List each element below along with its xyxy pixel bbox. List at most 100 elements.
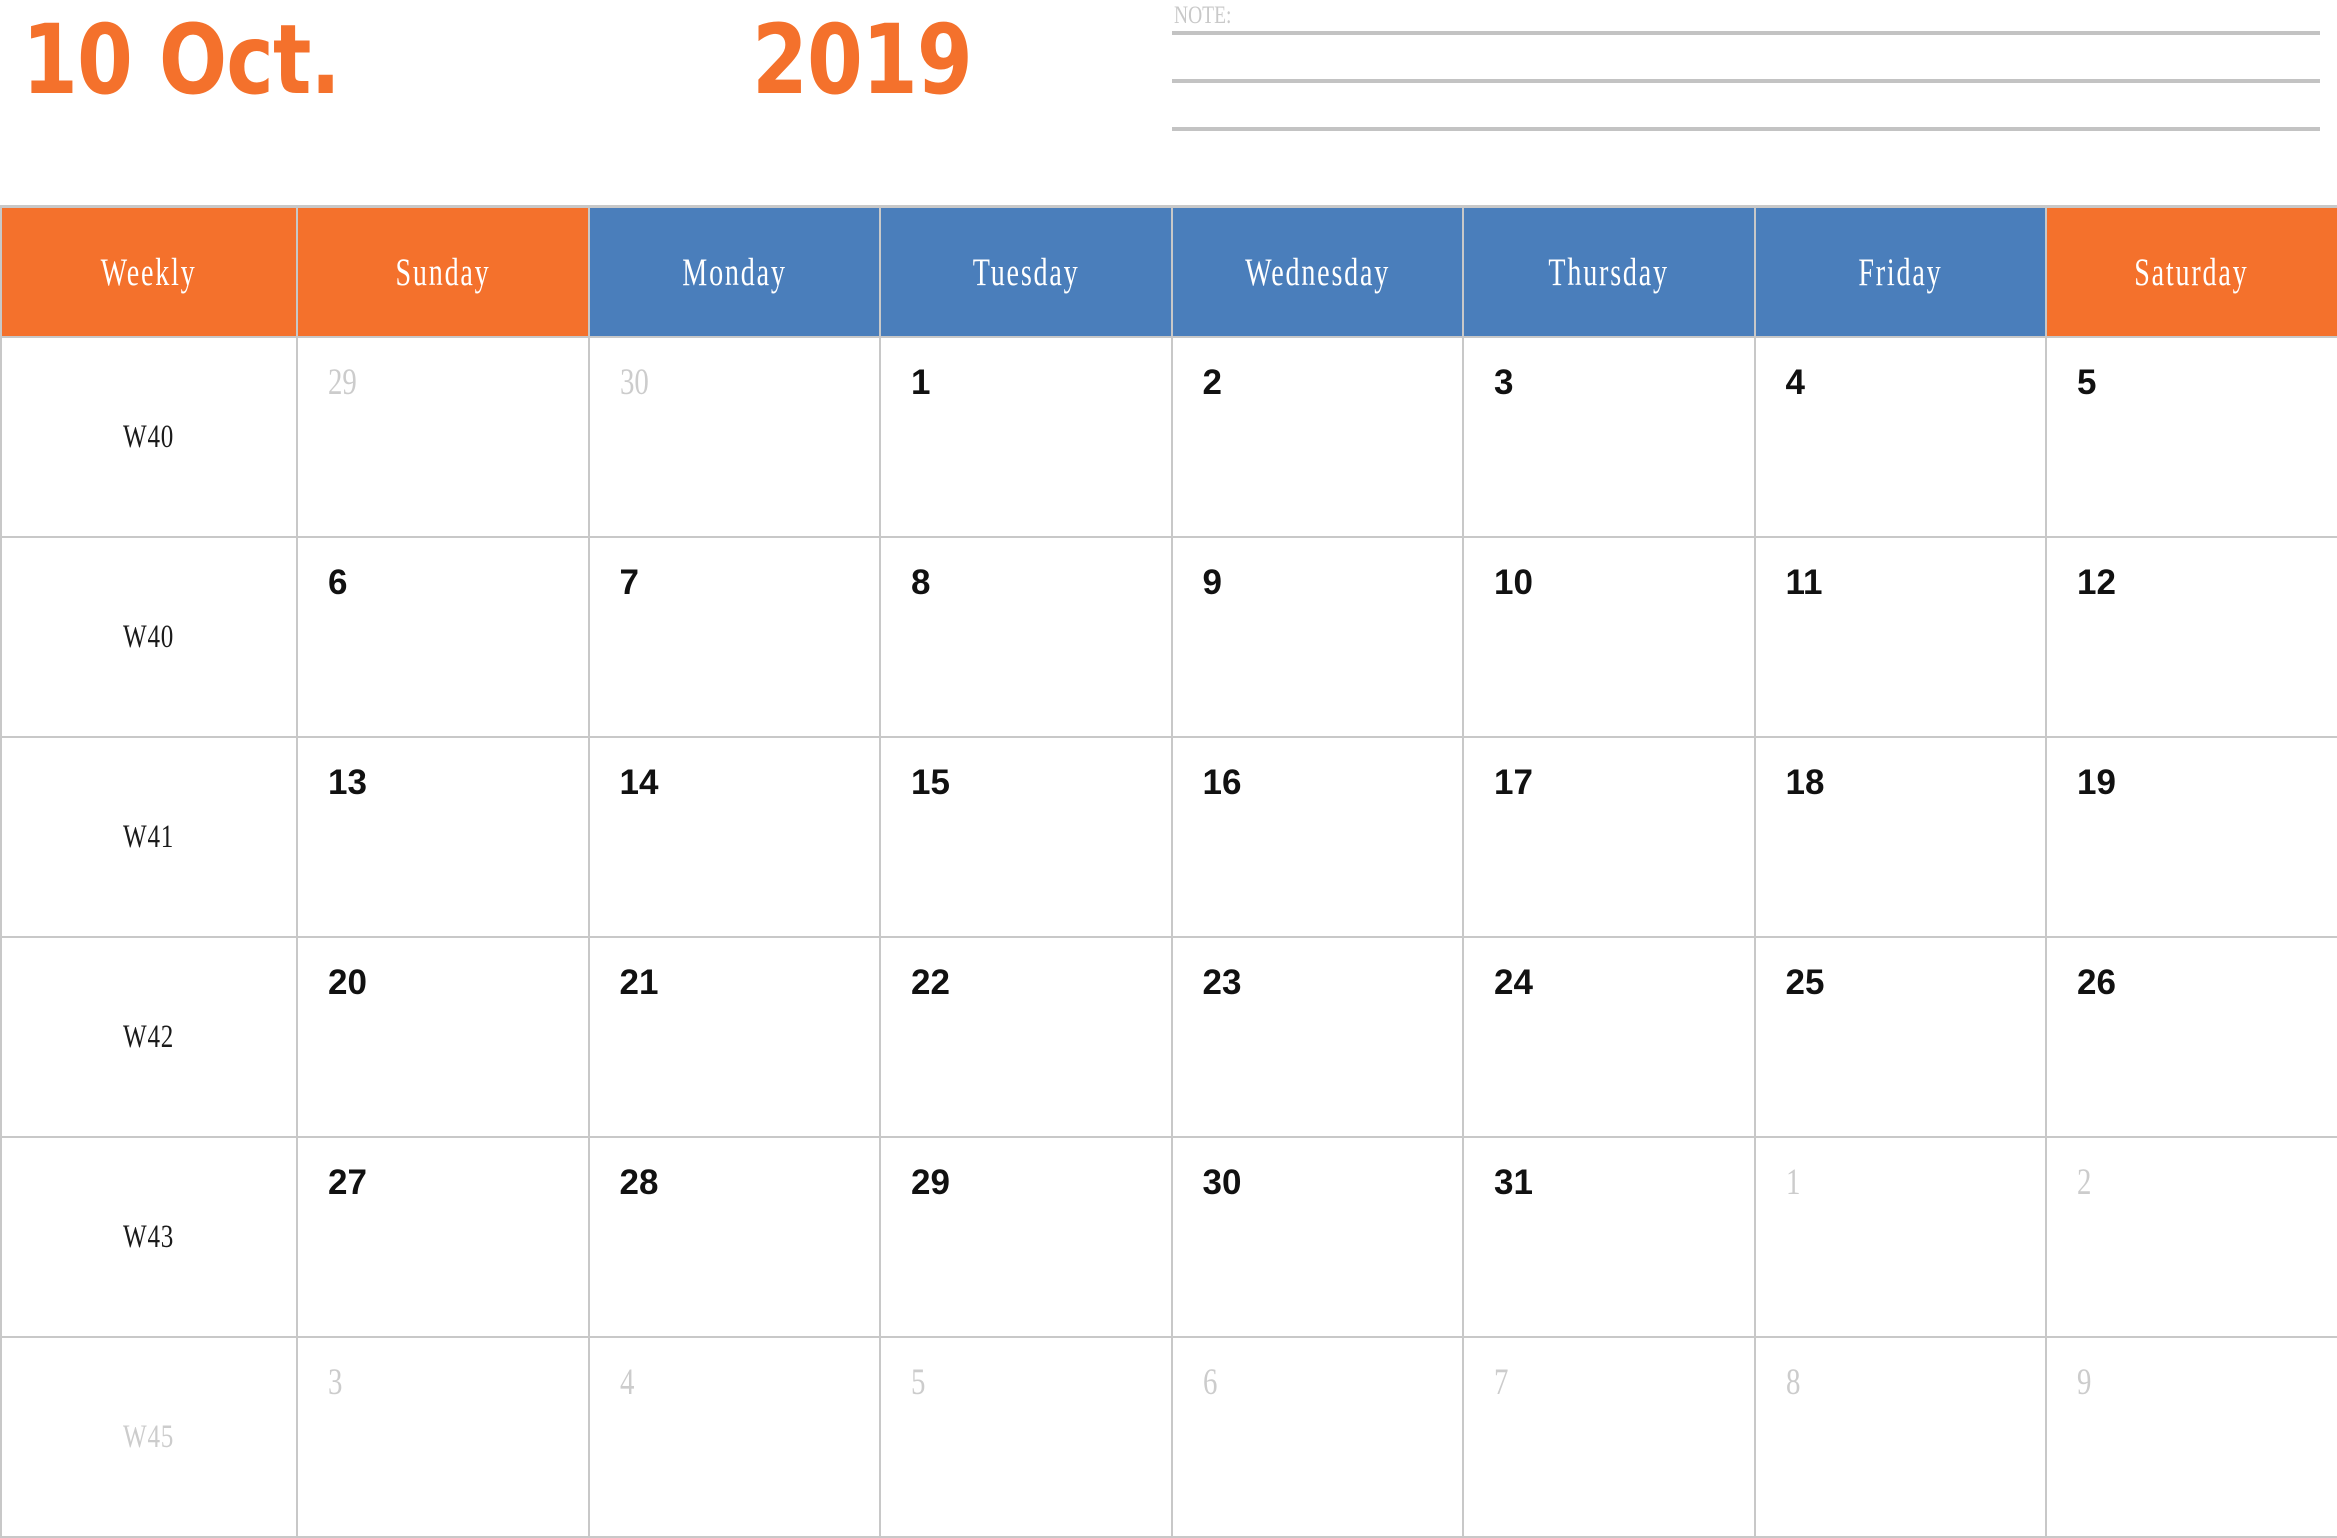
note-label: NOTE: — [1174, 2, 1232, 29]
day-cell[interactable]: 28 — [587, 1136, 881, 1338]
day-number: 29 — [328, 362, 357, 403]
day-cell[interactable]: 8 — [879, 536, 1173, 738]
column-header-label: Tuesday — [972, 250, 1080, 294]
column-header-label: Monday — [682, 250, 787, 294]
column-header-thursday[interactable]: Thursday — [1462, 205, 1756, 338]
day-cell[interactable]: 27 — [296, 1136, 590, 1338]
column-header-wednesday[interactable]: Wednesday — [1170, 205, 1464, 338]
day-cell[interactable]: 21 — [587, 936, 881, 1138]
day-number: 1 — [1785, 1162, 1800, 1203]
day-cell[interactable]: 17 — [1462, 736, 1756, 938]
day-cell[interactable]: 10 — [1462, 536, 1756, 738]
week-number-cell[interactable]: W40 — [0, 536, 298, 738]
week-number-label: W40 — [123, 619, 175, 655]
day-number: 25 — [1785, 963, 1825, 1002]
day-cell[interactable]: 29 — [879, 1136, 1173, 1338]
day-cell[interactable]: 30 — [587, 336, 881, 538]
day-cell[interactable]: 4 — [1753, 336, 2047, 538]
day-cell[interactable]: 4 — [587, 1336, 881, 1538]
day-number: 28 — [619, 1163, 659, 1202]
day-number: 13 — [328, 763, 367, 802]
day-cell[interactable]: 3 — [1462, 336, 1756, 538]
day-cell[interactable]: 5 — [879, 1336, 1173, 1538]
note-writing-line[interactable] — [1172, 127, 2320, 131]
week-number-cell[interactable]: W40 — [0, 336, 298, 538]
calendar-page: 10 Oct. 2019 NOTE: Weekly Sunday Monday Tue… — [0, 0, 2337, 1538]
day-cell[interactable]: 9 — [2045, 1336, 2337, 1538]
day-cell[interactable]: 19 — [2045, 736, 2337, 938]
column-header-weekly[interactable]: Weekly — [0, 205, 298, 338]
day-number: 5 — [911, 1362, 926, 1403]
day-cell[interactable]: 3 — [296, 1336, 590, 1538]
day-cell[interactable]: 2 — [2045, 1136, 2337, 1338]
day-number: 8 — [911, 563, 931, 602]
day-number: 10 — [1494, 563, 1533, 602]
week-number-cell[interactable]: W43 — [0, 1136, 298, 1338]
day-cell[interactable]: 9 — [1170, 536, 1464, 738]
day-cell[interactable]: 22 — [879, 936, 1173, 1138]
day-cell[interactable]: 7 — [1462, 1336, 1756, 1538]
note-block: NOTE: — [1172, 2, 2320, 150]
note-writing-line[interactable] — [1172, 79, 2320, 83]
day-number: 6 — [328, 563, 348, 602]
column-header-friday[interactable]: Friday — [1753, 205, 2047, 338]
day-number: 24 — [1494, 963, 1533, 1002]
week-number-cell[interactable]: W42 — [0, 936, 298, 1138]
day-cell[interactable]: 30 — [1170, 1136, 1464, 1338]
day-number: 11 — [1785, 563, 1823, 602]
day-cell[interactable]: 31 — [1462, 1136, 1756, 1338]
calendar-week-row: W41 13 14 15 16 17 18 19 — [0, 736, 2337, 938]
day-cell[interactable]: 26 — [2045, 936, 2337, 1138]
day-cell[interactable]: 29 — [296, 336, 590, 538]
day-cell[interactable]: 12 — [2045, 536, 2337, 738]
day-number: 18 — [1785, 763, 1825, 802]
day-cell[interactable]: 7 — [587, 536, 881, 738]
column-header-tuesday[interactable]: Tuesday — [879, 205, 1173, 338]
column-header-label: Weekly — [101, 250, 197, 294]
calendar-header-row: Weekly Sunday Monday Tuesday Wednesday Thursd… — [0, 205, 2337, 338]
day-number: 27 — [328, 1163, 367, 1202]
day-number: 29 — [911, 1163, 950, 1202]
day-number: 3 — [328, 1362, 343, 1403]
day-cell[interactable]: 20 — [296, 936, 590, 1138]
day-number: 22 — [911, 963, 950, 1002]
day-number: 17 — [1494, 763, 1533, 802]
day-cell[interactable]: 16 — [1170, 736, 1464, 938]
day-cell[interactable]: 6 — [296, 536, 590, 738]
day-cell[interactable]: 1 — [879, 336, 1173, 538]
column-header-sunday[interactable]: Sunday — [296, 205, 590, 338]
calendar-week-row: W40 29 30 1 2 3 4 5 — [0, 336, 2337, 538]
day-number: 7 — [1494, 1362, 1509, 1403]
day-cell[interactable]: 11 — [1753, 536, 2047, 738]
day-cell[interactable]: 23 — [1170, 936, 1464, 1138]
day-cell[interactable]: 1 — [1753, 1136, 2047, 1338]
day-number: 7 — [619, 563, 639, 602]
week-number-label: W40 — [123, 419, 175, 455]
day-number: 1 — [911, 363, 931, 402]
week-number-label: W45 — [123, 1419, 175, 1455]
week-number-cell[interactable]: W45 — [0, 1336, 298, 1538]
note-writing-line[interactable] — [1172, 31, 2320, 35]
day-cell[interactable]: 8 — [1753, 1336, 2047, 1538]
day-cell[interactable]: 15 — [879, 736, 1173, 938]
calendar-week-row: W40 6 7 8 9 10 11 12 — [0, 536, 2337, 738]
day-number: 9 — [2077, 1362, 2092, 1403]
column-header-monday[interactable]: Monday — [587, 205, 881, 338]
day-number: 6 — [1202, 1362, 1217, 1403]
column-header-label: Wednesday — [1244, 250, 1390, 294]
day-cell[interactable]: 5 — [2045, 336, 2337, 538]
day-cell[interactable]: 2 — [1170, 336, 1464, 538]
day-number: 16 — [1202, 763, 1242, 802]
column-header-saturday[interactable]: Saturday — [2045, 205, 2337, 338]
week-number-cell[interactable]: W41 — [0, 736, 298, 938]
day-cell[interactable]: 13 — [296, 736, 590, 938]
day-number: 2 — [2077, 1162, 2092, 1203]
day-cell[interactable]: 24 — [1462, 936, 1756, 1138]
day-cell[interactable]: 18 — [1753, 736, 2047, 938]
day-number: 21 — [619, 963, 659, 1002]
day-cell[interactable]: 6 — [1170, 1336, 1464, 1538]
month-title: 10 Oct. — [22, 4, 341, 116]
day-cell[interactable]: 14 — [587, 736, 881, 938]
day-cell[interactable]: 25 — [1753, 936, 2047, 1138]
day-number: 20 — [328, 963, 367, 1002]
